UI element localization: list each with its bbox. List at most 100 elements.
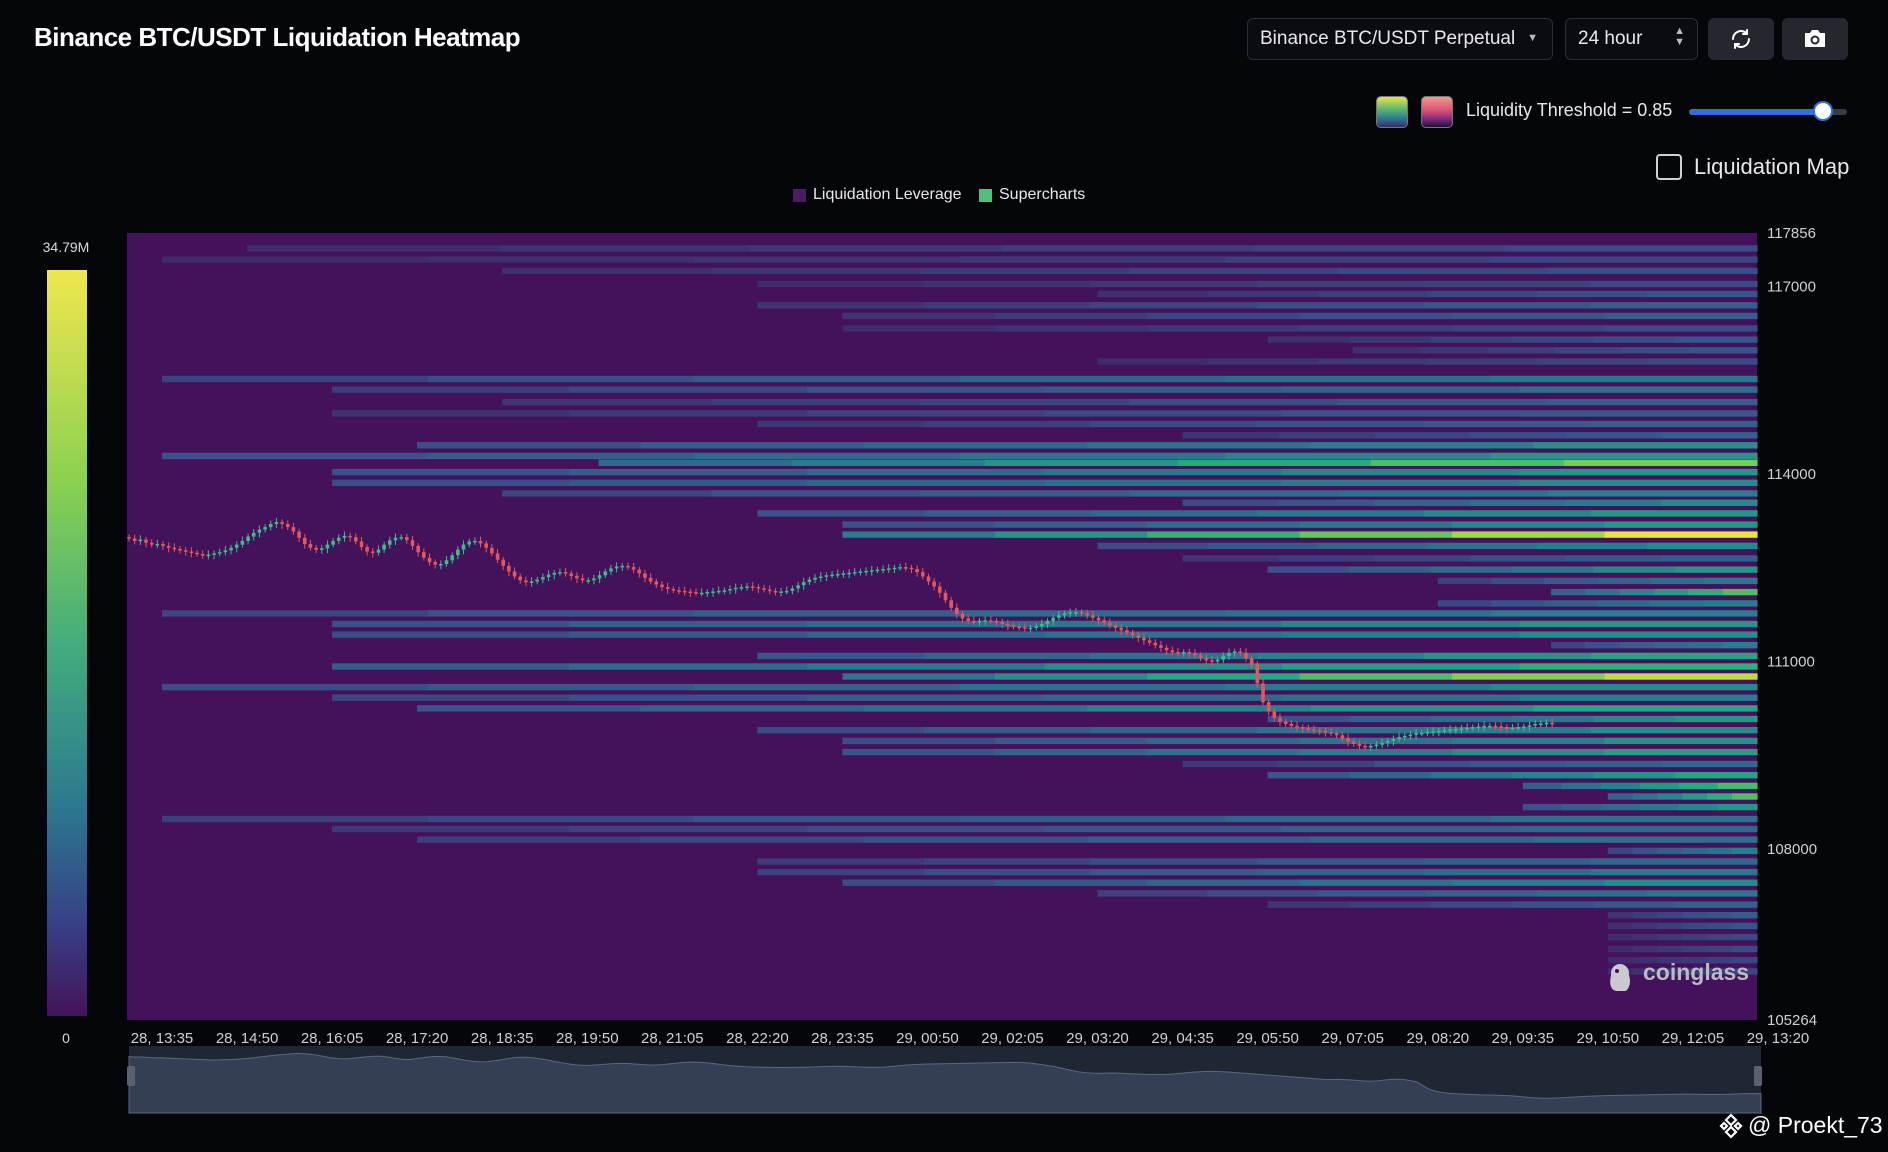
liquidation-band-segment bbox=[569, 825, 808, 833]
x-tick-label: 28, 19:50 bbox=[556, 1030, 619, 1047]
liquidation-band-segment bbox=[994, 673, 1148, 680]
x-tick-label: 29, 12:05 bbox=[1662, 1030, 1725, 1047]
liquidation-band-segment bbox=[598, 459, 793, 466]
liquidation-band-segment bbox=[332, 410, 571, 417]
liquidation-band-segment bbox=[1675, 772, 1758, 779]
liquidation-band-segment bbox=[757, 858, 925, 865]
liquidation-band-segment bbox=[1469, 760, 1567, 768]
liquidation-band-segment bbox=[1427, 358, 1538, 365]
liquidation-band-segment bbox=[1090, 858, 1258, 865]
liquidation-band-segment bbox=[1732, 922, 1758, 930]
liquidation-band-segment bbox=[1225, 610, 1492, 617]
liquidation-band-segment bbox=[1600, 782, 1641, 790]
liquidation-band-segment bbox=[1585, 588, 1621, 596]
liquidation-band-segment bbox=[1675, 336, 1758, 343]
liquidation-band-segment bbox=[693, 375, 961, 383]
liquidation-band-segment bbox=[569, 620, 808, 628]
x-tick-label: 28, 17:20 bbox=[386, 1030, 449, 1047]
x-tick-label: 28, 23:35 bbox=[811, 1030, 874, 1047]
liquidation-band-segment bbox=[1519, 631, 1758, 638]
liquidation-band-segment bbox=[1253, 245, 1506, 252]
liquidation-band-segment bbox=[959, 375, 1226, 383]
liquidation-band-segment bbox=[1452, 325, 1606, 332]
liquidation-band-segment bbox=[1519, 479, 1758, 486]
x-tick-label: 29, 00:50 bbox=[896, 1030, 959, 1047]
y-tick-label: 117856 bbox=[1767, 225, 1816, 242]
liquidation-band-segment bbox=[1551, 642, 1586, 649]
liquidation-band-segment bbox=[1267, 336, 1350, 343]
liquidation-band-segment bbox=[1147, 312, 1301, 320]
liquidation-band-segment bbox=[247, 245, 500, 252]
coinglass-watermark: coinglass bbox=[1643, 959, 1749, 985]
liquidation-band-segment bbox=[1491, 577, 1545, 585]
liquidation-band-segment bbox=[1090, 302, 1258, 309]
liquidation-band-segment bbox=[1607, 847, 1634, 855]
y-tick-label: 108000 bbox=[1767, 841, 1817, 858]
liquidation-band-segment bbox=[1654, 588, 1689, 596]
liquidation-band-segment bbox=[1590, 302, 1758, 309]
liquidation-band-segment bbox=[1225, 256, 1492, 263]
liquidation-band-segment bbox=[924, 420, 1092, 428]
liquidation-band-segment bbox=[1207, 890, 1318, 897]
liquidation-band-segment bbox=[502, 267, 712, 275]
liquidation-band-segment bbox=[1370, 459, 1565, 466]
liquidation-band-segment bbox=[920, 267, 1131, 275]
x-tick-label: 28, 16:05 bbox=[301, 1030, 364, 1047]
liquidation-band-segment bbox=[1604, 531, 1758, 538]
liquidation-band-segment bbox=[1647, 290, 1758, 298]
liquidation-band-segment bbox=[1282, 663, 1521, 670]
liquidation-band-segment bbox=[427, 610, 695, 617]
liquidation-band-segment bbox=[1225, 683, 1492, 691]
liquidation-band-segment bbox=[1087, 442, 1311, 449]
liquidation-band-segment bbox=[994, 521, 1148, 528]
liquidation-band-segment bbox=[1044, 468, 1283, 476]
liquidation-band-segment bbox=[1257, 302, 1425, 309]
liquidation-band-segment bbox=[1430, 901, 1513, 908]
navigator-right-handle[interactable] bbox=[1754, 1066, 1762, 1086]
liquidation-band-segment bbox=[1657, 945, 1684, 953]
liquidation-band-segment bbox=[842, 531, 996, 538]
liquidation-band-segment bbox=[1519, 825, 1758, 833]
liquidation-band-segment bbox=[924, 858, 1092, 865]
liquidation-band-segment bbox=[1565, 432, 1662, 439]
coinglass-logo-icon bbox=[1610, 964, 1630, 991]
liquidation-band-segment bbox=[1423, 280, 1591, 288]
liquidation-band-segment bbox=[1430, 772, 1513, 779]
liquidation-band-segment bbox=[1317, 358, 1428, 365]
liquidation-band-segment bbox=[1437, 577, 1492, 585]
liquidation-band-segment bbox=[994, 737, 1148, 745]
liquidation-band-segment bbox=[1310, 442, 1535, 449]
liquidation-band-segment bbox=[1732, 847, 1758, 855]
liquidation-band-segment bbox=[1707, 945, 1733, 953]
liquidation-heatmap-chart[interactable]: 34.79M 0 1178561170001140001110001080001… bbox=[0, 0, 1888, 1152]
liquidation-band-segment bbox=[711, 490, 921, 497]
liquidation-band-segment bbox=[1427, 890, 1538, 897]
liquidation-band-segment bbox=[1044, 386, 1283, 393]
liquidation-band-segment bbox=[842, 737, 996, 745]
liquidation-band-segment bbox=[1590, 727, 1758, 734]
liquidation-band-segment bbox=[1607, 912, 1634, 919]
liquidation-band-segment bbox=[1225, 452, 1492, 460]
liquidation-band-segment bbox=[1544, 600, 1598, 607]
liquidation-band-segment bbox=[427, 683, 695, 691]
liquidation-band-segment bbox=[162, 452, 429, 460]
liquidation-band-segment bbox=[920, 490, 1131, 497]
liquidation-band-segment bbox=[1703, 577, 1758, 585]
liquidation-band-segment bbox=[1657, 933, 1684, 941]
liquidation-band-segment bbox=[1561, 782, 1602, 790]
liquidation-band-segment bbox=[332, 631, 571, 638]
liquidation-band-segment bbox=[1430, 566, 1513, 573]
liquidation-band-segment bbox=[863, 705, 1088, 712]
liquidation-band-segment bbox=[1452, 521, 1606, 528]
liquidation-band-segment bbox=[1374, 432, 1471, 439]
liquidation-band-segment bbox=[1647, 890, 1758, 897]
liquidation-band-segment bbox=[1147, 879, 1301, 886]
author-watermark: @ Proekt_73 bbox=[1718, 1112, 1883, 1139]
navigator-left-handle[interactable] bbox=[127, 1066, 135, 1086]
liquidation-band-segment bbox=[1512, 901, 1595, 908]
liquidation-band-segment bbox=[1650, 577, 1705, 585]
liquidation-band-segment bbox=[332, 694, 571, 701]
liquidation-band-segment bbox=[1310, 836, 1535, 843]
liquidation-band-segment bbox=[842, 748, 996, 756]
liquidation-band-segment bbox=[959, 815, 1226, 823]
